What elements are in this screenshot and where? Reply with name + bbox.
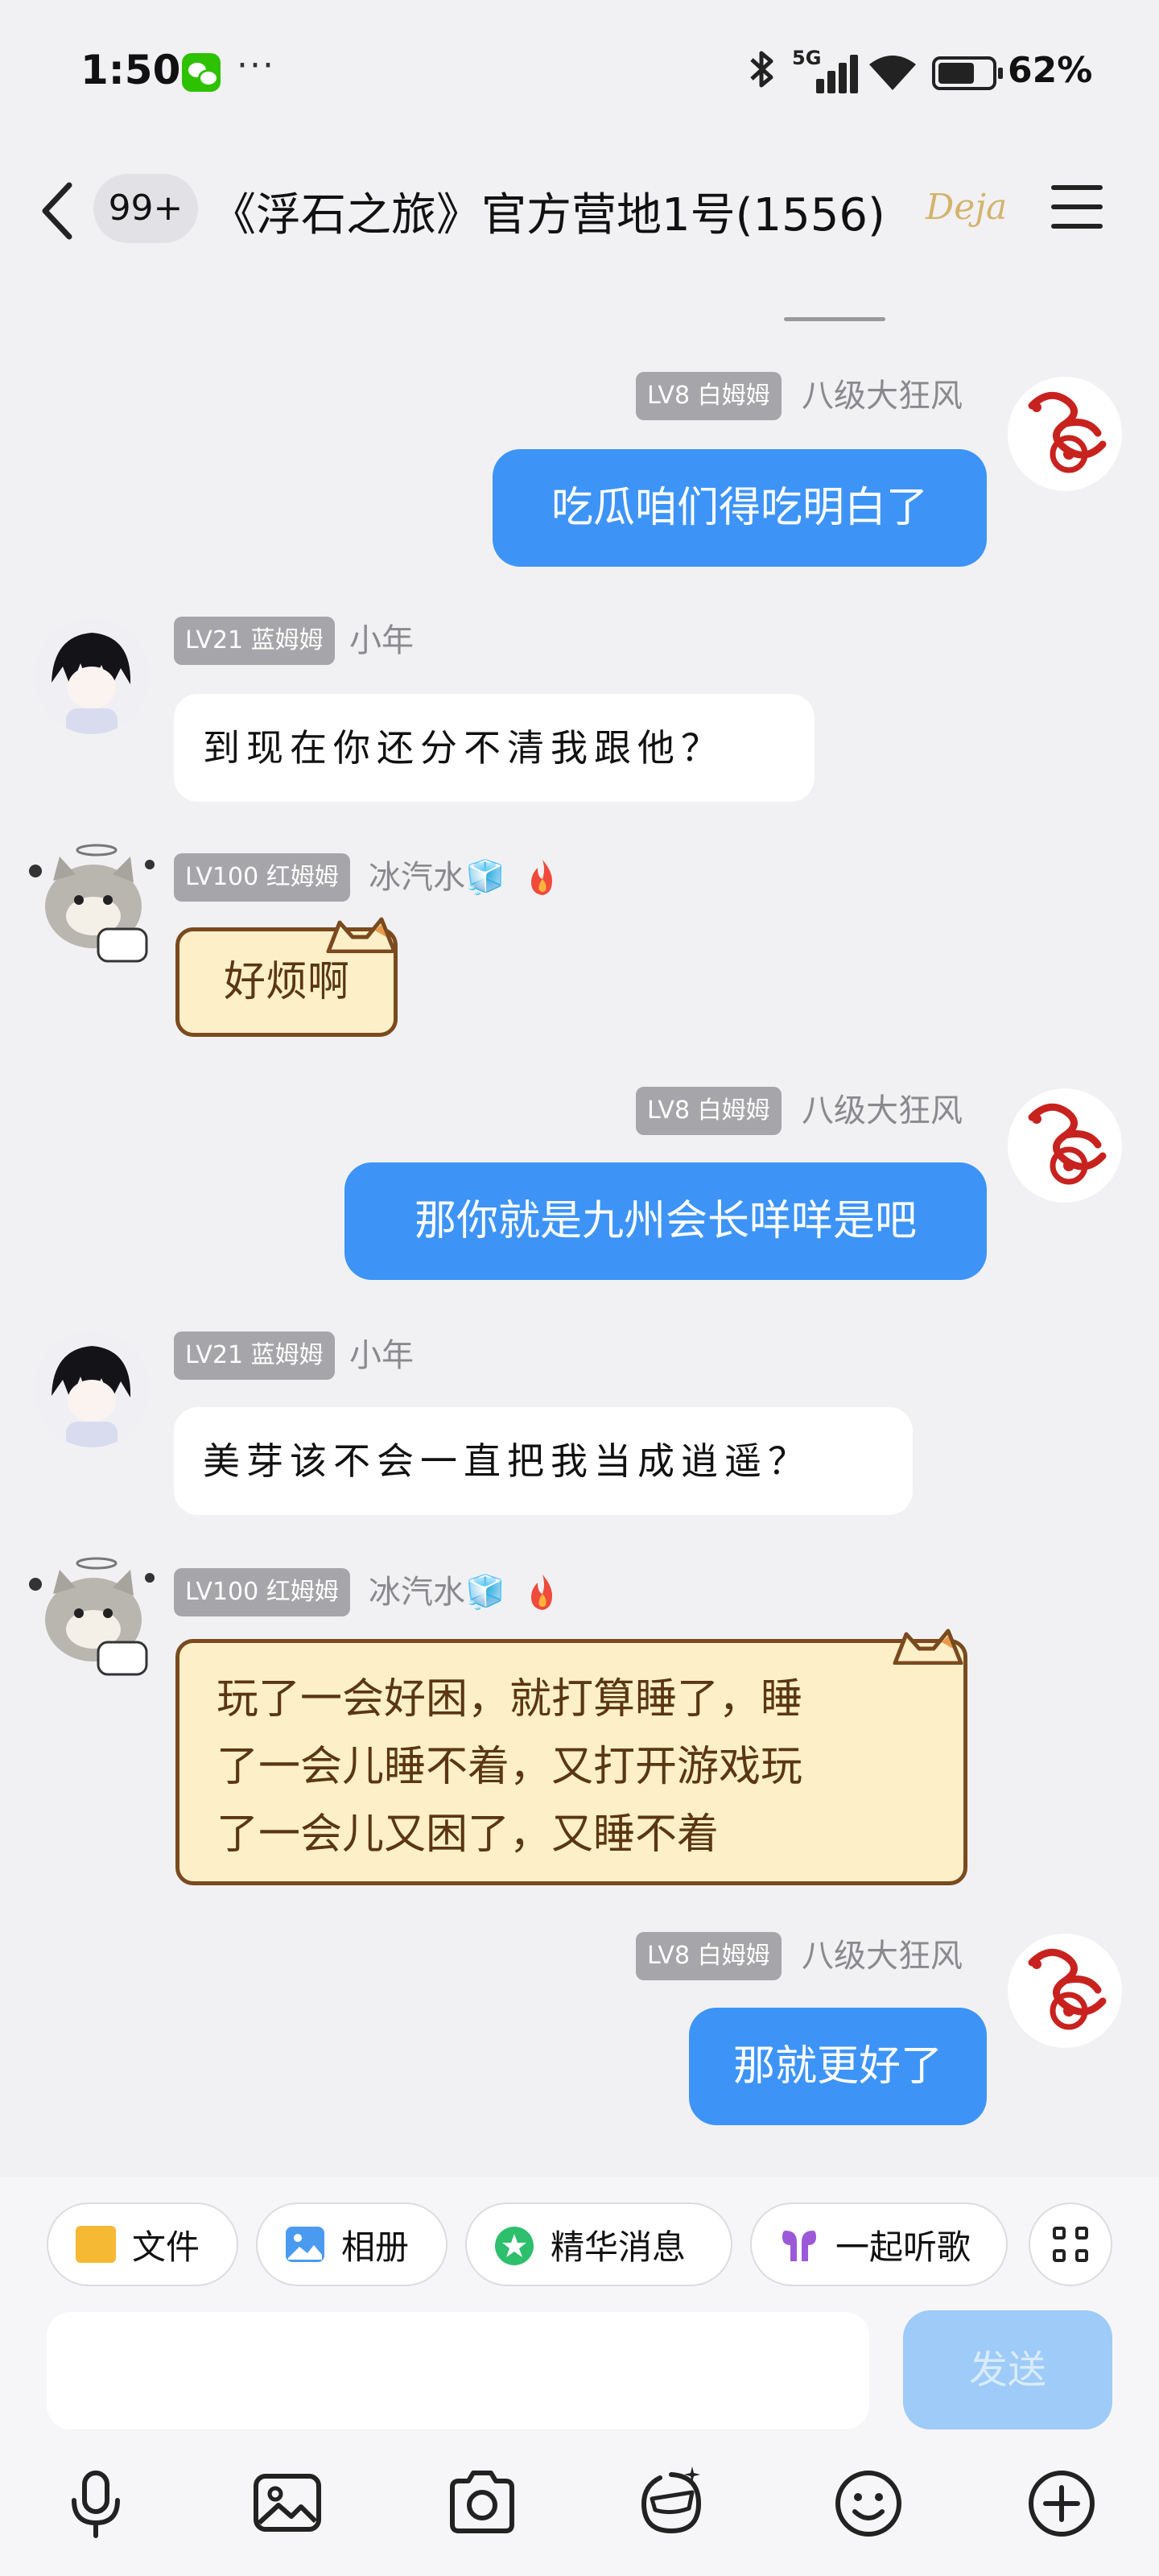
quick-action-listen-together[interactable]: 一起听歌	[750, 2202, 1008, 2286]
quick-action-label: 相册	[341, 2227, 410, 2267]
sender-nickname[interactable]: 八级大狂风	[802, 1932, 963, 1980]
wechat-notification-icon	[182, 53, 221, 92]
avatar[interactable]	[24, 1546, 163, 1684]
star-icon	[494, 2226, 534, 2265]
level-tag: LV8 白姆姆	[636, 1932, 782, 1980]
sender-nickname[interactable]: 冰汽水🧊	[369, 853, 505, 902]
message-bubble[interactable]: 那你就是九州会长咩咩是吧	[344, 1162, 987, 1280]
snake-papercut-icon	[1012, 381, 1118, 487]
level-tag: LV21 蓝姆姆	[174, 1331, 335, 1380]
signal-icon	[805, 52, 861, 93]
quick-action-files[interactable]: 文件	[47, 2202, 238, 2286]
cat-ears-decoration	[326, 917, 397, 953]
menu-icon[interactable]	[1051, 185, 1103, 229]
bluetooth-icon	[747, 48, 777, 100]
status-bar: 1:50 ··· 5G 62%	[0, 0, 1159, 145]
deja-logo: Deja	[926, 187, 1008, 228]
cat-ears-decoration	[893, 1629, 963, 1665]
message-bubble[interactable]: 到现在你还分不清我跟他？	[174, 694, 815, 802]
gray-cat-avatar-icon	[29, 844, 155, 963]
gray-cat-avatar-icon	[29, 1557, 155, 1676]
quick-action-album[interactable]: 相册	[256, 2202, 448, 2286]
sender-nickname[interactable]: 八级大狂风	[802, 1087, 963, 1135]
avatar[interactable]	[34, 1331, 150, 1447]
level-tag: LV100 红姆姆	[174, 853, 350, 902]
level-tag: LV8 白姆姆	[636, 372, 782, 420]
unread-count-badge[interactable]: 99+	[93, 174, 198, 243]
drag-handle[interactable]	[784, 317, 885, 321]
quick-action-label: 精华消息	[551, 2227, 687, 2267]
message-bubble[interactable]: 美芽该不会一直把我当成逍遥？	[174, 1407, 913, 1515]
send-button[interactable]: 发送	[903, 2310, 1112, 2429]
avatar[interactable]	[1008, 1088, 1122, 1203]
more-notifications: ···	[237, 45, 275, 86]
group-title[interactable]: 《浮石之旅》官方营地1号(1556)	[211, 179, 919, 244]
quick-action-highlights[interactable]: 精华消息	[465, 2202, 732, 2286]
quick-action-label: 一起听歌	[835, 2227, 971, 2267]
folder-icon	[76, 2226, 116, 2263]
fire-icon	[525, 858, 560, 897]
sender-nickname[interactable]: 小年	[349, 1331, 414, 1380]
mic-icon[interactable]	[60, 2462, 132, 2542]
message-line: 了一会儿又困了，又睡不着	[217, 1810, 720, 1859]
message-bubble[interactable]: 吃瓜咱们得吃明白了	[493, 449, 987, 567]
snake-papercut-icon	[1012, 1092, 1118, 1199]
anime-boy-avatar-icon	[34, 618, 150, 734]
status-time: 1:50	[80, 47, 181, 93]
avatar[interactable]	[34, 618, 150, 734]
sender-nickname[interactable]: 冰汽水🧊	[369, 1568, 505, 1616]
avatar[interactable]	[1008, 377, 1122, 491]
anime-boy-avatar-icon	[34, 1331, 150, 1447]
snake-papercut-icon	[1012, 1938, 1118, 2044]
message-line: 玩了一会好困，就打算睡了，睡	[217, 1675, 803, 1724]
more-apps-grid-icon[interactable]	[1029, 2202, 1112, 2286]
emoji-icon[interactable]	[832, 2462, 905, 2542]
plus-icon[interactable]	[1025, 2462, 1098, 2542]
back-arrow-icon[interactable]	[35, 179, 84, 243]
level-tag: LV8 白姆姆	[636, 1087, 782, 1135]
message-line: 了一会儿睡不着，又打开游戏玩	[217, 1743, 803, 1791]
photo-icon	[285, 2226, 325, 2263]
level-tag: LV21 蓝姆姆	[174, 617, 335, 665]
sticker-icon[interactable]	[636, 2462, 708, 2542]
battery-level: 62%	[1008, 50, 1093, 91]
earbuds-icon	[779, 2226, 819, 2263]
message-input[interactable]	[47, 2312, 869, 2429]
message-bubble[interactable]: 玩了一会好困，就打算睡了，睡 了一会儿睡不着，又打开游戏玩 了一会儿又困了，又睡…	[175, 1639, 967, 1885]
wifi-icon	[868, 52, 918, 93]
message-bubble[interactable]: 那就更好了	[689, 2008, 987, 2125]
camera-icon[interactable]	[446, 2462, 518, 2542]
fire-icon	[525, 1573, 560, 1612]
image-icon[interactable]	[251, 2462, 324, 2542]
avatar[interactable]	[1008, 1934, 1122, 2048]
sender-nickname[interactable]: 八级大狂风	[802, 372, 963, 420]
battery-icon	[932, 56, 1003, 90]
avatar[interactable]	[24, 832, 163, 971]
quick-action-label: 文件	[132, 2227, 200, 2267]
sender-nickname[interactable]: 小年	[349, 617, 414, 665]
level-tag: LV100 红姆姆	[174, 1568, 350, 1616]
